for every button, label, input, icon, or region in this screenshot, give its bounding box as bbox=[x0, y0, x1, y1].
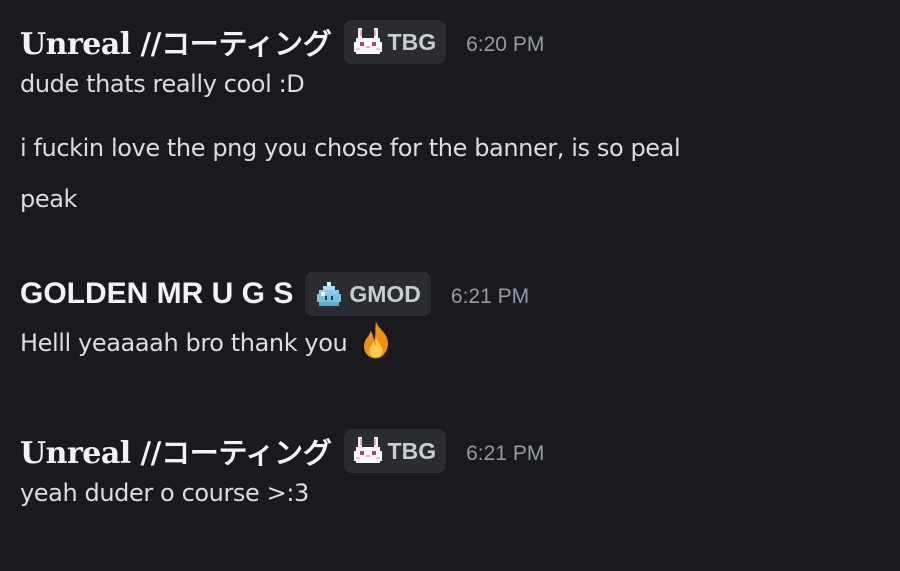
message-line: dude thats really cool :D bbox=[20, 70, 305, 98]
username[interactable]: Unreal //コーティング bbox=[20, 430, 332, 472]
timestamp[interactable]: 6:20 PM bbox=[466, 33, 544, 57]
username-rest: //コーティング bbox=[130, 27, 332, 61]
message-header: GOLDEN MR U G S GMOD 6:21 PM bbox=[20, 270, 880, 318]
server-tag[interactable]: GMOD bbox=[305, 272, 431, 316]
tag-label: GMOD bbox=[349, 280, 421, 307]
tag-label: TBG bbox=[387, 437, 437, 464]
timestamp[interactable]: 6:21 PM bbox=[466, 442, 544, 466]
message-line: peak bbox=[20, 185, 78, 213]
username-rest: //コーティング bbox=[130, 436, 332, 470]
bunny-icon bbox=[352, 26, 384, 58]
username[interactable]: Unreal //コーティング bbox=[20, 21, 332, 63]
message-text: Helll yeaaaah bro thank you bbox=[20, 329, 348, 357]
message-group: GOLDEN MR U G S GMOD 6:21 PM Helll yeaaa… bbox=[20, 270, 880, 370]
username-styled: Unreal bbox=[20, 436, 131, 471]
username[interactable]: GOLDEN MR U G S bbox=[20, 277, 293, 311]
message-group: Unreal //コーティング TBG 6: bbox=[20, 18, 880, 218]
tag-label: TBG bbox=[387, 28, 437, 55]
blue-slime-icon bbox=[313, 278, 345, 310]
message-group: Unreal //コーティング TBG 6: bbox=[20, 427, 880, 517]
message-line: i fuckin love the png you chose for the … bbox=[20, 134, 681, 162]
message-header: Unreal //コーティング TBG 6: bbox=[20, 18, 880, 66]
message-line: Helll yeaaaah bro thank you bbox=[20, 319, 397, 361]
message-line: yeah duder o course >:3 bbox=[20, 479, 309, 507]
timestamp[interactable]: 6:21 PM bbox=[451, 285, 529, 309]
message-header: Unreal //コーティング TBG 6: bbox=[20, 427, 880, 475]
server-tag[interactable]: TBG bbox=[343, 20, 447, 64]
server-tag[interactable]: TBG bbox=[343, 429, 447, 473]
bunny-icon bbox=[352, 435, 384, 467]
username-styled: Unreal bbox=[20, 27, 131, 62]
fire-emoji[interactable] bbox=[355, 319, 397, 361]
